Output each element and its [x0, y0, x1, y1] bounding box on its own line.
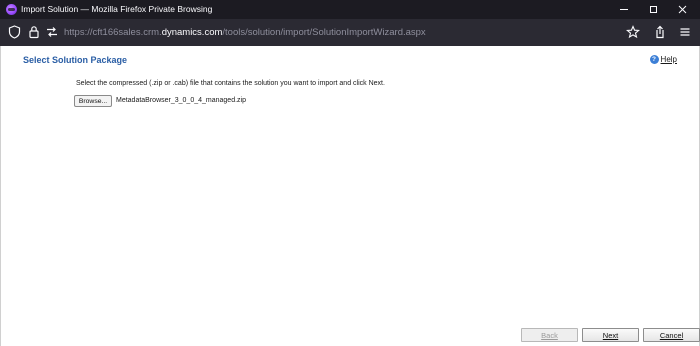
url-path: /tools/solution/import/SolutionImportWiz… — [222, 27, 426, 38]
close-button[interactable] — [668, 0, 696, 19]
firefox-private-icon — [6, 4, 17, 15]
url-text[interactable]: https://cft166sales.crm.dynamics.com/too… — [64, 27, 426, 38]
cancel-button-label: Cancel — [659, 330, 684, 340]
shield-icon[interactable] — [8, 25, 22, 39]
close-icon — [678, 5, 686, 14]
url-domain: dynamics.com — [161, 27, 223, 38]
selected-file-name: MetadataBrowser_3_0_0_4_managed.zip — [116, 97, 246, 104]
next-button[interactable]: Next — [582, 328, 639, 342]
back-button[interactable]: Back — [521, 328, 578, 342]
page-title: Select Solution Package — [23, 55, 128, 65]
browse-button[interactable]: Browse... — [74, 95, 112, 107]
help-icon: ? — [649, 55, 659, 64]
share-icon[interactable] — [653, 25, 667, 39]
back-button-label: Back — [541, 330, 558, 340]
address-bar: https://cft166sales.crm.dynamics.com/too… — [0, 19, 700, 46]
minimize-button[interactable] — [610, 0, 638, 19]
lock-icon[interactable] — [28, 25, 42, 39]
maximize-icon — [649, 6, 657, 13]
cancel-button[interactable]: Cancel — [643, 328, 700, 342]
page-content: Select Solution Package ? Help Select th… — [0, 46, 700, 346]
maximize-button[interactable] — [639, 0, 667, 19]
next-button-label: Next — [602, 330, 619, 340]
minimize-icon — [620, 9, 628, 10]
permissions-icon[interactable] — [45, 25, 59, 39]
window-titlebar: Import Solution — Mozilla Firefox Privat… — [0, 0, 700, 19]
url-prefix: https://cft166sales.crm. — [64, 27, 162, 38]
instruction-text: Select the compressed (.zip or .cab) fil… — [76, 80, 385, 87]
menu-icon[interactable] — [679, 25, 693, 39]
window-title: Import Solution — Mozilla Firefox Privat… — [21, 4, 213, 14]
help-label: Help — [660, 55, 677, 64]
bookmark-star-icon[interactable] — [626, 25, 640, 39]
help-link[interactable]: ? Help — [649, 55, 677, 64]
